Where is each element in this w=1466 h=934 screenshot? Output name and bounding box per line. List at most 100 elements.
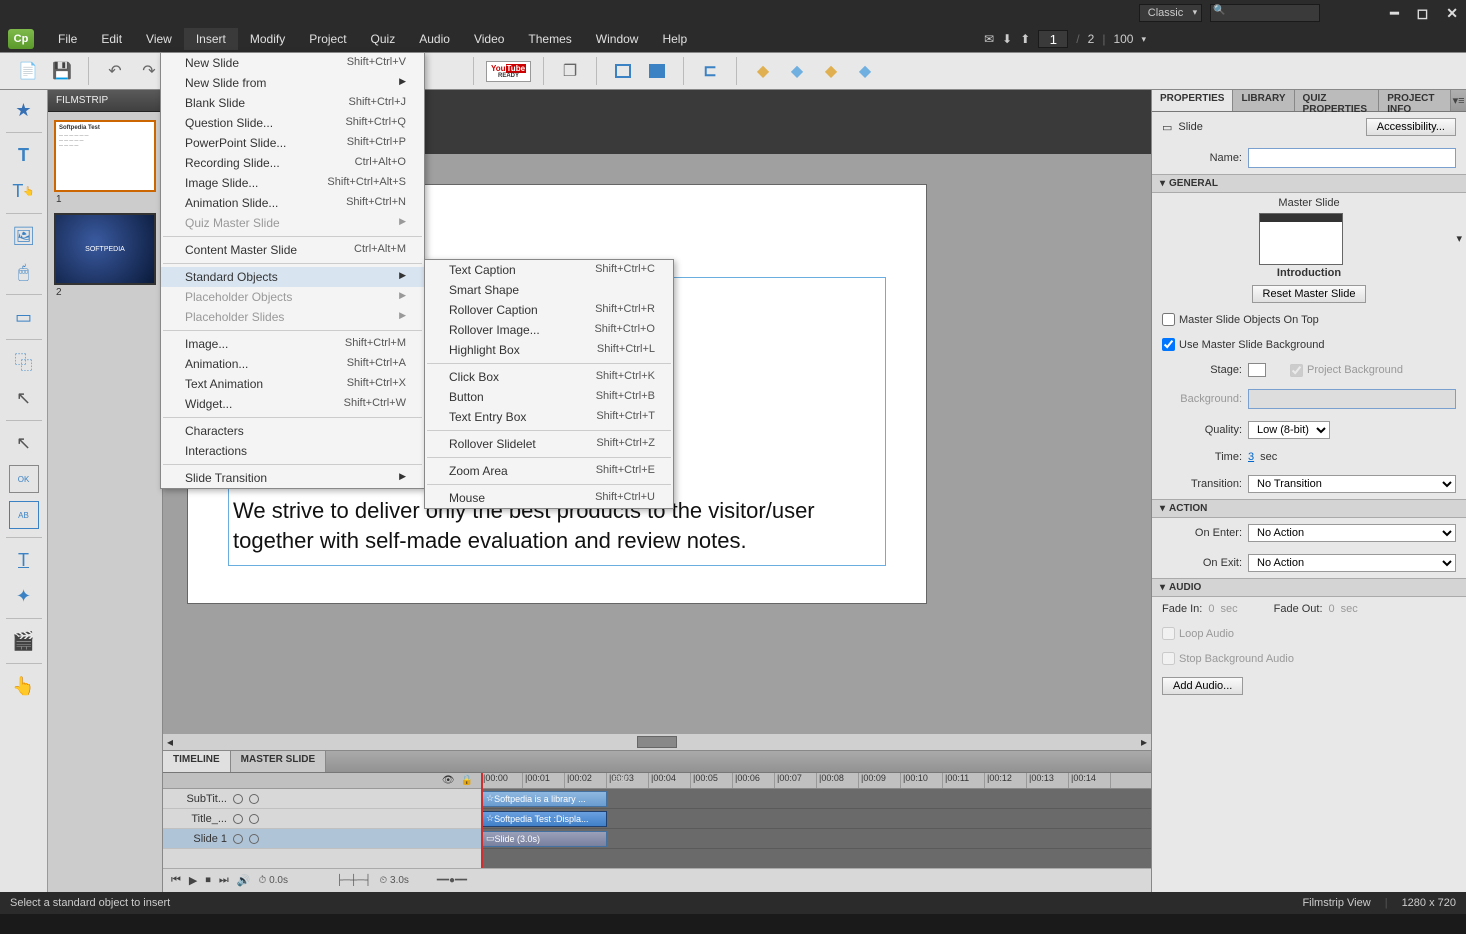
menu-audio[interactable]: Audio bbox=[407, 28, 462, 50]
menu-video[interactable]: Video bbox=[462, 28, 516, 50]
tab-properties[interactable]: PROPERTIES bbox=[1152, 90, 1233, 111]
menu-item-blank-slide[interactable]: Blank SlideShift+Ctrl+J bbox=[161, 93, 424, 113]
group-tool-icon[interactable]: ⿻ bbox=[9, 348, 39, 376]
grid-icon[interactable] bbox=[609, 57, 637, 85]
menu-item-powerpoint-slide-[interactable]: PowerPoint Slide...Shift+Ctrl+P bbox=[161, 133, 424, 153]
lock-icon[interactable]: 🔒 bbox=[461, 775, 473, 786]
upload-icon[interactable]: ⬆ bbox=[1020, 32, 1030, 46]
cursor-tool-icon[interactable]: ↖ bbox=[9, 429, 39, 457]
forward-icon[interactable]: ⏭ bbox=[219, 874, 229, 887]
play-icon[interactable]: ▶ bbox=[189, 874, 197, 887]
menu-insert[interactable]: Insert bbox=[184, 28, 238, 50]
menu-item-animation-slide-[interactable]: Animation Slide...Shift+Ctrl+N bbox=[161, 193, 424, 213]
section-action[interactable]: ▾ ACTION bbox=[1152, 499, 1466, 518]
menu-project[interactable]: Project bbox=[297, 28, 358, 50]
menu-modify[interactable]: Modify bbox=[238, 28, 297, 50]
current-page-input[interactable] bbox=[1038, 30, 1068, 48]
layer-row-subtitle[interactable]: SubTit... bbox=[163, 789, 481, 809]
menu-view[interactable]: View bbox=[134, 28, 184, 50]
slide-name-input[interactable] bbox=[1248, 148, 1456, 168]
stop-icon[interactable]: ⏹ bbox=[205, 874, 211, 887]
menu-item-new-slide-from[interactable]: New Slide from▶ bbox=[161, 73, 424, 93]
interaction-tool-icon[interactable]: 🖱 bbox=[9, 258, 39, 286]
menu-file[interactable]: File bbox=[46, 28, 89, 50]
section-audio[interactable]: ▾ AUDIO bbox=[1152, 578, 1466, 597]
audio-icon[interactable]: 🔊 bbox=[237, 874, 251, 887]
menu-item-rollover-image-[interactable]: Rollover Image...Shift+Ctrl+O bbox=[425, 320, 673, 340]
panel-menu-icon[interactable]: ▾≡ bbox=[1451, 90, 1466, 111]
clip-subtitle[interactable]: ☆ Softpedia is a library ... bbox=[481, 791, 607, 807]
clip-title[interactable]: ☆ Softpedia Test :Displa... bbox=[481, 811, 607, 827]
undo-icon[interactable]: ↶ bbox=[101, 57, 129, 85]
menu-item-mouse[interactable]: MouseShift+Ctrl+U bbox=[425, 488, 673, 508]
snap-icon[interactable]: ⊏ bbox=[696, 57, 724, 85]
mail-icon[interactable]: ✉ bbox=[984, 32, 994, 46]
text-caption-tool-icon[interactable]: T bbox=[9, 141, 39, 169]
menu-edit[interactable]: Edit bbox=[89, 28, 134, 50]
menu-item-content-master-slide[interactable]: Content Master SlideCtrl+Alt+M bbox=[161, 240, 424, 260]
youtube-badge[interactable]: YouTubeREADY bbox=[486, 61, 531, 82]
menu-item-highlight-box[interactable]: Highlight BoxShift+Ctrl+L bbox=[425, 340, 673, 360]
on-enter-select[interactable]: No Action bbox=[1248, 524, 1456, 542]
workspace-selector[interactable]: Classic bbox=[1139, 4, 1202, 22]
on-exit-select[interactable]: No Action bbox=[1248, 554, 1456, 572]
stage-color-swatch[interactable] bbox=[1248, 363, 1266, 377]
text-entry-tool-icon[interactable]: AB bbox=[9, 501, 39, 529]
click-tool-icon[interactable]: 👆 bbox=[9, 672, 39, 700]
preview-icon[interactable] bbox=[643, 57, 671, 85]
menu-help[interactable]: Help bbox=[650, 28, 699, 50]
menu-item-image-[interactable]: Image...Shift+Ctrl+M bbox=[161, 334, 424, 354]
tab-timeline[interactable]: TIMELINE bbox=[163, 751, 231, 772]
menu-item-button[interactable]: ButtonShift+Ctrl+B bbox=[425, 387, 673, 407]
master-slide-thumbnail[interactable] bbox=[1259, 213, 1343, 265]
tab-master-slide[interactable]: MASTER SLIDE bbox=[231, 751, 326, 772]
menu-item-rollover-caption[interactable]: Rollover CaptionShift+Ctrl+R bbox=[425, 300, 673, 320]
slide-thumb-2[interactable]: SOFTPEDIA bbox=[54, 213, 156, 285]
timeline-ruler[interactable]: |00:00|00:01|00:02|00:03|00:04|00:05|00:… bbox=[481, 773, 1151, 789]
on-top-checkbox[interactable] bbox=[1162, 313, 1175, 326]
menu-item-text-entry-box[interactable]: Text Entry BoxShift+Ctrl+T bbox=[425, 407, 673, 427]
obj4-icon[interactable]: ◆ bbox=[851, 57, 879, 85]
menu-item-image-slide-[interactable]: Image Slide...Shift+Ctrl+Alt+S bbox=[161, 173, 424, 193]
widget-tool-icon[interactable]: ✦ bbox=[9, 582, 39, 610]
layer-row-slide[interactable]: Slide 1 bbox=[163, 829, 481, 849]
tab-quiz-properties[interactable]: QUIZ PROPERTIES bbox=[1295, 90, 1380, 111]
accessibility-button[interactable]: Accessibility... bbox=[1366, 118, 1456, 136]
eye-icon[interactable]: 👁 bbox=[442, 775, 455, 786]
clip-slide[interactable]: ▭ Slide (3.0s) bbox=[481, 831, 607, 847]
menu-item-standard-objects[interactable]: Standard Objects▶ bbox=[161, 267, 424, 287]
time-value[interactable]: 3 bbox=[1248, 451, 1254, 463]
menu-item-rollover-slidelet[interactable]: Rollover SlideletShift+Ctrl+Z bbox=[425, 434, 673, 454]
reset-master-button[interactable]: Reset Master Slide bbox=[1252, 285, 1367, 303]
zoom-slider[interactable]: ━━●━━ bbox=[437, 875, 467, 886]
minimize-icon[interactable]: ━ bbox=[1390, 5, 1398, 22]
highlight-tool-icon[interactable]: ▭ bbox=[9, 303, 39, 331]
menu-item-text-animation[interactable]: Text AnimationShift+Ctrl+X bbox=[161, 374, 424, 394]
slide-thumb-1[interactable]: Softpedia Test ― ― ― ― ― ―― ― ― ― ―― ― ―… bbox=[54, 120, 156, 192]
text-anim-tool-icon[interactable]: T bbox=[9, 546, 39, 574]
tab-project-info[interactable]: PROJECT INFO bbox=[1379, 90, 1451, 111]
menu-item-interactions[interactable]: Interactions bbox=[161, 441, 424, 461]
use-bg-checkbox[interactable] bbox=[1162, 338, 1175, 351]
redo-icon[interactable]: ↷ bbox=[135, 57, 163, 85]
add-audio-button[interactable]: Add Audio... bbox=[1162, 677, 1243, 695]
menu-window[interactable]: Window bbox=[584, 28, 651, 50]
obj3-icon[interactable]: ◆ bbox=[817, 57, 845, 85]
quality-select[interactable]: Low (8-bit) bbox=[1248, 421, 1330, 439]
menu-item-zoom-area[interactable]: Zoom AreaShift+Ctrl+E bbox=[425, 461, 673, 481]
zoom-dropdown-icon[interactable]: ▾ bbox=[1141, 34, 1146, 45]
save-icon[interactable]: 💾 bbox=[48, 57, 76, 85]
ok-button-tool-icon[interactable]: OK bbox=[9, 465, 39, 493]
menu-item-animation-[interactable]: Animation...Shift+Ctrl+A bbox=[161, 354, 424, 374]
favorites-icon[interactable]: ★ bbox=[9, 96, 39, 124]
menu-item-slide-transition[interactable]: Slide Transition▶ bbox=[161, 468, 424, 488]
download-icon[interactable]: ⬇ bbox=[1002, 32, 1012, 46]
arrow-tool-icon[interactable]: ↖ bbox=[9, 384, 39, 412]
menu-item-click-box[interactable]: Click BoxShift+Ctrl+K bbox=[425, 367, 673, 387]
windows-icon[interactable]: ❐ bbox=[556, 57, 584, 85]
layer-row-title[interactable]: Title_... bbox=[163, 809, 481, 829]
section-general[interactable]: ▾ GENERAL bbox=[1152, 174, 1466, 193]
transition-select[interactable]: No Transition bbox=[1248, 475, 1456, 493]
maximize-icon[interactable]: ◻ bbox=[1417, 5, 1429, 22]
horizontal-scrollbar[interactable]: ◂▸ bbox=[163, 734, 1151, 750]
